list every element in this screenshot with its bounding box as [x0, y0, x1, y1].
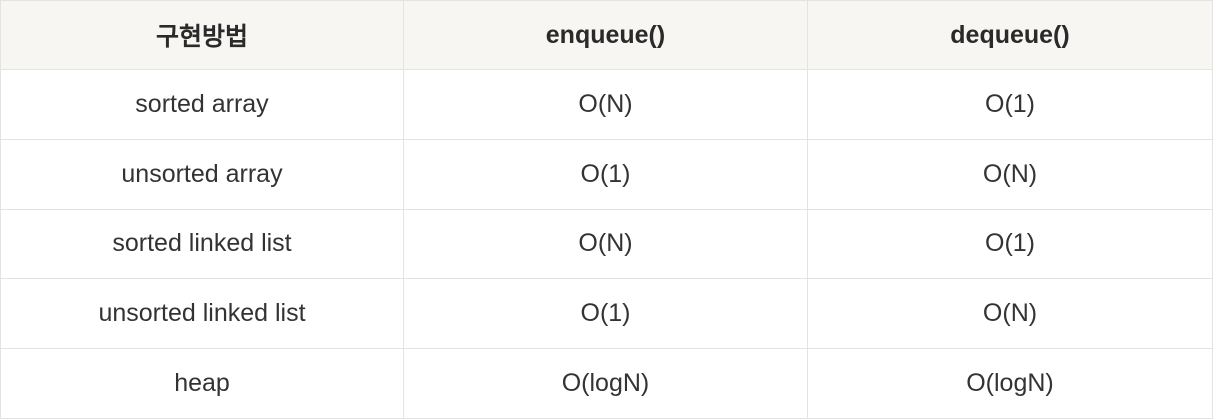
priority-queue-complexity-table: 구현방법 enqueue() dequeue() sorted array O(… [0, 0, 1213, 419]
table-row: unsorted array O(1) O(N) [0, 138, 1213, 210]
cell-implementation: sorted array [0, 69, 404, 140]
cell-dequeue: O(N) [807, 278, 1213, 350]
header-enqueue: enqueue() [403, 0, 808, 70]
cell-implementation: heap [0, 348, 404, 419]
table-header-row: 구현방법 enqueue() dequeue() [0, 0, 1213, 70]
table-row: sorted linked list O(N) O(1) [0, 208, 1213, 280]
cell-implementation: unsorted array [0, 138, 404, 210]
header-implementation: 구현방법 [0, 0, 404, 70]
table-row: sorted array O(N) O(1) [0, 69, 1213, 140]
cell-dequeue: O(1) [807, 69, 1213, 140]
cell-implementation: unsorted linked list [0, 278, 404, 350]
cell-dequeue: O(logN) [807, 348, 1213, 419]
table-body: sorted array O(N) O(1) unsorted array O(… [0, 69, 1213, 419]
table-row: unsorted linked list O(1) O(N) [0, 278, 1213, 350]
table-header: 구현방법 enqueue() dequeue() [0, 0, 1213, 70]
table-row: heap O(logN) O(logN) [0, 348, 1213, 419]
cell-enqueue: O(logN) [403, 348, 808, 419]
cell-enqueue: O(1) [403, 138, 808, 210]
cell-dequeue: O(N) [807, 138, 1213, 210]
cell-enqueue: O(1) [403, 278, 808, 350]
cell-dequeue: O(1) [807, 208, 1213, 280]
cell-implementation: sorted linked list [0, 208, 404, 280]
cell-enqueue: O(N) [403, 208, 808, 280]
header-dequeue: dequeue() [807, 0, 1213, 70]
cell-enqueue: O(N) [403, 69, 808, 140]
